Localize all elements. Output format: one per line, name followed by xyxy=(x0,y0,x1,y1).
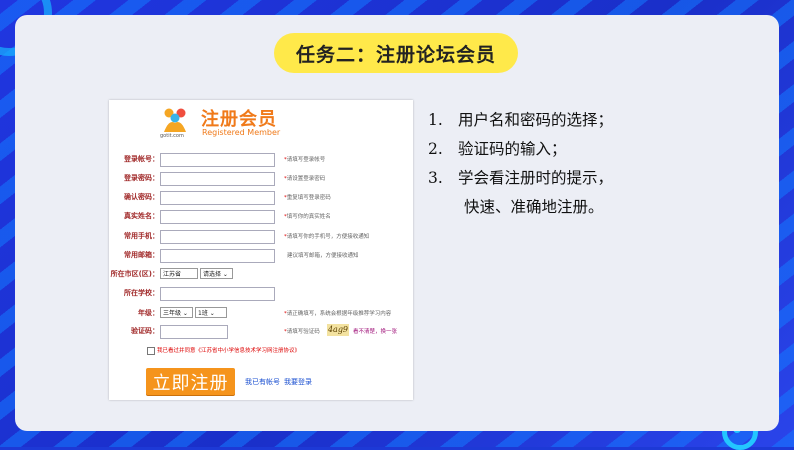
captcha-image: 4ag9 xyxy=(327,324,349,336)
field-hint: *请填写你的手机号，方便接收通知 xyxy=(284,234,370,240)
field-row-real-name: 真实姓名： *填写你的真实姓名 xyxy=(109,210,413,224)
field-row-account: 登录帐号： *请填写登录帐号 xyxy=(109,153,413,167)
field-row-region: 所在市区(区)： 江苏省 请选择 ⌄ xyxy=(109,268,413,282)
grade-select[interactable]: 三年级 ⌄ xyxy=(160,307,193,318)
field-label: 年级： xyxy=(138,309,159,317)
field-label: 登录密码： xyxy=(124,174,159,182)
register-button[interactable]: 立即注册 xyxy=(146,368,235,395)
confirm-password-input[interactable] xyxy=(160,191,275,205)
agreement[interactable]: 我已看过并同意《江苏省中小学信息技术学习网注册协议》 xyxy=(147,346,300,355)
city-select[interactable]: 请选择 ⌄ xyxy=(200,268,233,279)
agreement-text: 我已看过并同意《江苏省中小学信息技术学习网注册协议》 xyxy=(157,348,301,354)
email-input[interactable] xyxy=(160,249,275,263)
account-input[interactable] xyxy=(160,153,275,167)
have-account-link[interactable]: 我已有帐号 xyxy=(245,377,280,387)
registration-form-screenshot: gotit.com 注册会员 Registered Member 登录帐号： *… xyxy=(109,100,413,400)
logo-caption: gotit.com xyxy=(160,133,184,139)
step-item: 3. 学会看注册时的提示， xyxy=(428,169,614,187)
field-label: 登录帐号： xyxy=(124,155,159,163)
field-label: 确认密码： xyxy=(124,193,159,201)
field-label: 常用邮箱： xyxy=(124,251,159,259)
slide-title: 任务二：注册论坛会员 xyxy=(274,33,518,73)
steps-list: 1. 用户名和密码的选择； 2. 验证码的输入； 3. 学会看注册时的提示， 快速、准… xyxy=(428,106,613,222)
class-select[interactable]: 1班 ⌄ xyxy=(195,307,227,318)
field-label: 常用手机： xyxy=(124,232,159,240)
form-subtitle: Registered Member xyxy=(202,128,281,137)
captcha-input[interactable] xyxy=(160,325,228,339)
field-hint: *请设置登录密码 xyxy=(284,176,326,182)
field-row-email: 常用邮箱： 建议填写邮箱，方便接收通知 xyxy=(109,249,413,263)
step-item: 2. 验证码的输入； xyxy=(428,140,567,158)
field-row-phone: 常用手机： *请填写你的手机号，方便接收通知 xyxy=(109,230,413,244)
field-row-confirm-password: 确认密码： *重复填写登录密码 xyxy=(109,191,413,205)
agree-checkbox[interactable] xyxy=(147,346,155,355)
field-label: 验证码： xyxy=(131,327,159,335)
logo-icon xyxy=(164,108,186,132)
step-item: 快速、准确地注册。 xyxy=(464,198,604,216)
field-hint: *请填写登录帐号 xyxy=(284,157,326,163)
field-row-password: 登录密码： *请设置登录密码 xyxy=(109,172,413,186)
field-label: 真实姓名： xyxy=(124,212,159,220)
school-input[interactable] xyxy=(160,287,275,301)
captcha-refresh-link[interactable]: 看不清楚，换一张 xyxy=(353,327,397,335)
field-hint: *请正确填写，系统会根据年级推荐学习内容 xyxy=(284,311,392,317)
login-link[interactable]: 我要登录 xyxy=(284,377,312,387)
field-hint: *填写你的真实姓名 xyxy=(284,214,331,220)
field-row-school: 所在学校： xyxy=(109,287,413,301)
step-item: 1. 用户名和密码的选择； xyxy=(428,111,614,129)
password-input[interactable] xyxy=(160,172,275,186)
field-hint: *请填写验证码 xyxy=(284,329,320,335)
province-select[interactable]: 江苏省 xyxy=(160,268,198,279)
real-name-input[interactable] xyxy=(160,210,275,224)
phone-input[interactable] xyxy=(160,230,275,244)
field-label: 所在市区(区)： xyxy=(110,270,159,278)
field-row-captcha: 验证码： *请填写验证码 4ag9 看不清楚，换一张 xyxy=(109,324,413,339)
field-hint: 建议填写邮箱，方便接收通知 xyxy=(287,253,359,259)
field-label: 所在学校： xyxy=(124,289,159,297)
field-row-grade: 年级： 三年级 ⌄ 1班 ⌄ *请正确填写，系统会根据年级推荐学习内容 xyxy=(109,307,413,321)
field-hint: *重复填写登录密码 xyxy=(284,195,331,201)
